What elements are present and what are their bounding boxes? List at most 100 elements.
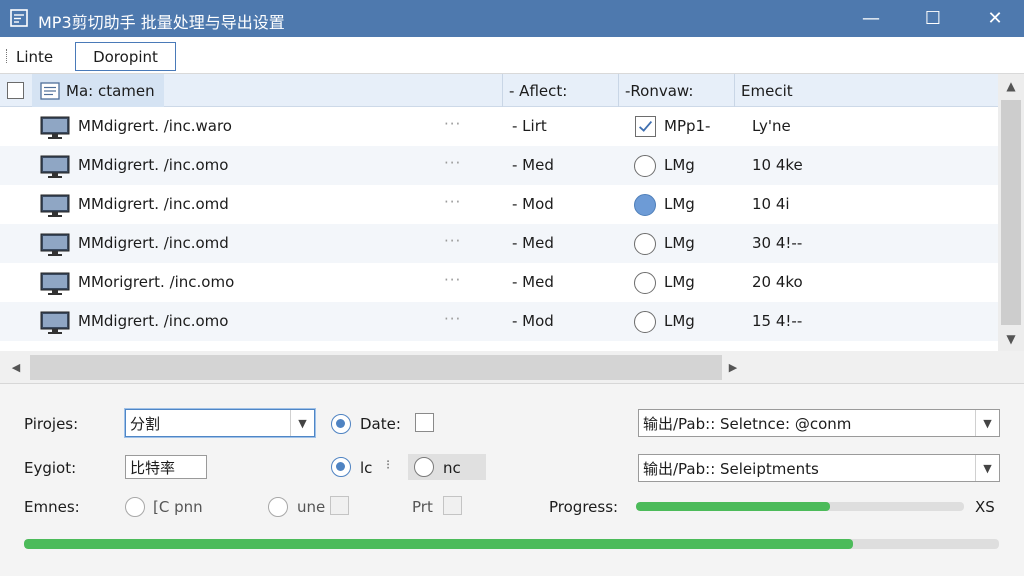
horizontal-scroll-thumb[interactable]	[30, 355, 722, 380]
review-radio[interactable]	[634, 194, 656, 216]
progress-bar	[636, 502, 964, 511]
output-path-select-1[interactable]: 输出/Pab:: Seletnce: @conm ▼	[638, 409, 1000, 437]
monitor-icon	[40, 233, 70, 256]
vertical-scroll-thumb[interactable]	[1001, 100, 1021, 325]
table-row[interactable]: MMdigrert. /inc.omd ··· - Med LMg 30 4!--	[0, 224, 998, 263]
emnes-checkbox[interactable]	[330, 496, 349, 515]
file-name: MMdigrert. /inc.omd	[78, 234, 229, 252]
app-icon	[10, 9, 28, 27]
bitrate-label: Eygiot:	[24, 459, 77, 477]
table-row[interactable]: MMorigrert. /inc.omo ··· - Med LMg 20 4ko	[0, 263, 998, 302]
option-lc-radio[interactable]	[331, 457, 351, 477]
chevron-down-icon: ▼	[975, 455, 999, 481]
column-header-emit[interactable]: Emecit	[734, 74, 998, 107]
more-icon[interactable]: ···	[444, 154, 461, 172]
minimize-button[interactable]: —	[848, 0, 894, 37]
review-radio[interactable]	[634, 272, 656, 294]
maximize-button[interactable]: ☐	[910, 0, 956, 37]
affect-value: - Lirt	[512, 117, 547, 135]
review-radio[interactable]	[634, 155, 656, 177]
monitor-icon	[40, 272, 70, 295]
emit-value: 20 4ko	[752, 273, 803, 291]
review-radio[interactable]	[634, 233, 656, 255]
file-list: Ma: ctamen - Aflect: -Ronvaw: Emecit MMd…	[0, 73, 1024, 384]
review-value: MPp1-	[664, 117, 711, 135]
prt-checkbox[interactable]	[443, 496, 462, 515]
bitrate-value: 比特率	[130, 458, 176, 477]
checkmark-icon	[639, 120, 653, 132]
review-value: LMg	[664, 195, 695, 213]
monitor-icon	[40, 194, 70, 217]
file-name: MMdigrert. /inc.omo	[78, 156, 229, 174]
more-icon[interactable]: ···	[444, 271, 461, 289]
more-icon[interactable]: ···	[444, 232, 461, 250]
review-radio[interactable]	[634, 311, 656, 333]
list-header: Ma: ctamen - Aflect: -Ronvaw: Emecit	[0, 74, 998, 107]
chevron-down-icon: ▼	[290, 410, 314, 436]
table-row[interactable]: MMdigrert. /inc.omd ··· - Mod LMg 10 4i	[0, 185, 998, 224]
presets-label: Pirojes:	[24, 415, 79, 433]
date-checkbox[interactable]	[415, 413, 434, 432]
select-all-checkbox[interactable]	[7, 82, 24, 99]
progress-suffix: XS	[975, 498, 995, 516]
window-title: MP3剪切助手 批量处理与导出设置	[38, 13, 285, 32]
table-row[interactable]: MMdigrert. /inc.omo ··· - Med LMg 10 4ke	[0, 146, 998, 185]
progress-bar-fill	[636, 502, 830, 511]
bitrate-field[interactable]: 比特率	[125, 455, 207, 479]
review-value: LMg	[664, 312, 695, 330]
monitor-icon	[40, 116, 70, 139]
table-row[interactable]: MMdigrert. /inc.waro ··· - Lirt MPp1- Ly'ne	[0, 107, 998, 146]
minimize-icon: —	[862, 8, 880, 29]
date-radio[interactable]	[331, 414, 351, 434]
review-value: LMg	[664, 156, 695, 174]
presets-select[interactable]: 分割 ▼	[125, 409, 315, 437]
more-icon[interactable]: ···	[444, 310, 461, 328]
file-name: MMdigrert. /inc.omd	[78, 195, 229, 213]
tab-linte[interactable]: Linte	[6, 42, 61, 71]
date-label: Date:	[360, 415, 401, 433]
emit-value: 30 4!--	[752, 234, 803, 252]
output-path-value-1: 输出/Pab:: Seletnce: @conm	[643, 414, 852, 433]
column-header-review[interactable]: -Ronvaw:	[618, 74, 734, 107]
affect-value: - Med	[512, 234, 554, 252]
emit-value: Ly'ne	[752, 117, 791, 135]
affect-value: - Med	[512, 273, 554, 291]
review-checkbox[interactable]	[635, 116, 656, 137]
file-name: MMdigrert. /inc.omo	[78, 312, 229, 330]
close-button[interactable]: ✕	[972, 0, 1018, 37]
column-header-name[interactable]: Ma: ctamen	[32, 74, 164, 107]
column-label: Ma: ctamen	[66, 81, 155, 100]
emnes-option-2-radio[interactable]	[268, 497, 288, 517]
column-header-affect[interactable]: - Aflect:	[502, 74, 618, 107]
affect-value: - Mod	[512, 195, 554, 213]
document-icon	[40, 81, 60, 100]
emit-value: 15 4!--	[752, 312, 803, 330]
output-path-value-2: 输出/Pab:: Seleiptments	[643, 459, 819, 478]
option-lc-label: lc	[360, 459, 373, 477]
overall-progress-bar	[24, 539, 999, 549]
chevron-down-icon: ▼	[975, 410, 999, 436]
output-path-select-2[interactable]: 输出/Pab:: Seleiptments ▼	[638, 454, 1000, 482]
scroll-corner	[998, 351, 1024, 384]
progress-label: Progress:	[549, 498, 619, 516]
close-icon: ✕	[987, 8, 1003, 29]
more-icon[interactable]: ···	[444, 193, 461, 211]
file-name: MMorigrert. /inc.omo	[78, 273, 235, 291]
emit-value: 10 4ke	[752, 156, 803, 174]
scroll-left-icon[interactable]: ◀	[5, 355, 27, 380]
table-row[interactable]: MMdigrert. /inc.omo ··· - Mod LMg 15 4!--	[0, 302, 998, 341]
emnes-option-1-radio[interactable]	[125, 497, 145, 517]
vertical-scrollbar[interactable]: ▲ ▼	[998, 74, 1024, 351]
option-nc-radio[interactable]	[414, 457, 434, 477]
affect-value: - Med	[512, 156, 554, 174]
scroll-right-icon[interactable]: ▶	[722, 355, 744, 380]
overall-progress-fill	[24, 539, 853, 549]
more-icon[interactable]: ···	[444, 115, 461, 133]
scroll-up-icon[interactable]: ▲	[998, 74, 1024, 98]
option-divider: ⁝	[386, 458, 391, 473]
tab-doropint[interactable]: Doropint	[75, 42, 176, 71]
horizontal-scrollbar[interactable]: ◀ ▶	[0, 351, 998, 384]
scroll-down-icon[interactable]: ▼	[998, 327, 1024, 351]
affect-value: - Mod	[512, 312, 554, 330]
review-value: LMg	[664, 234, 695, 252]
